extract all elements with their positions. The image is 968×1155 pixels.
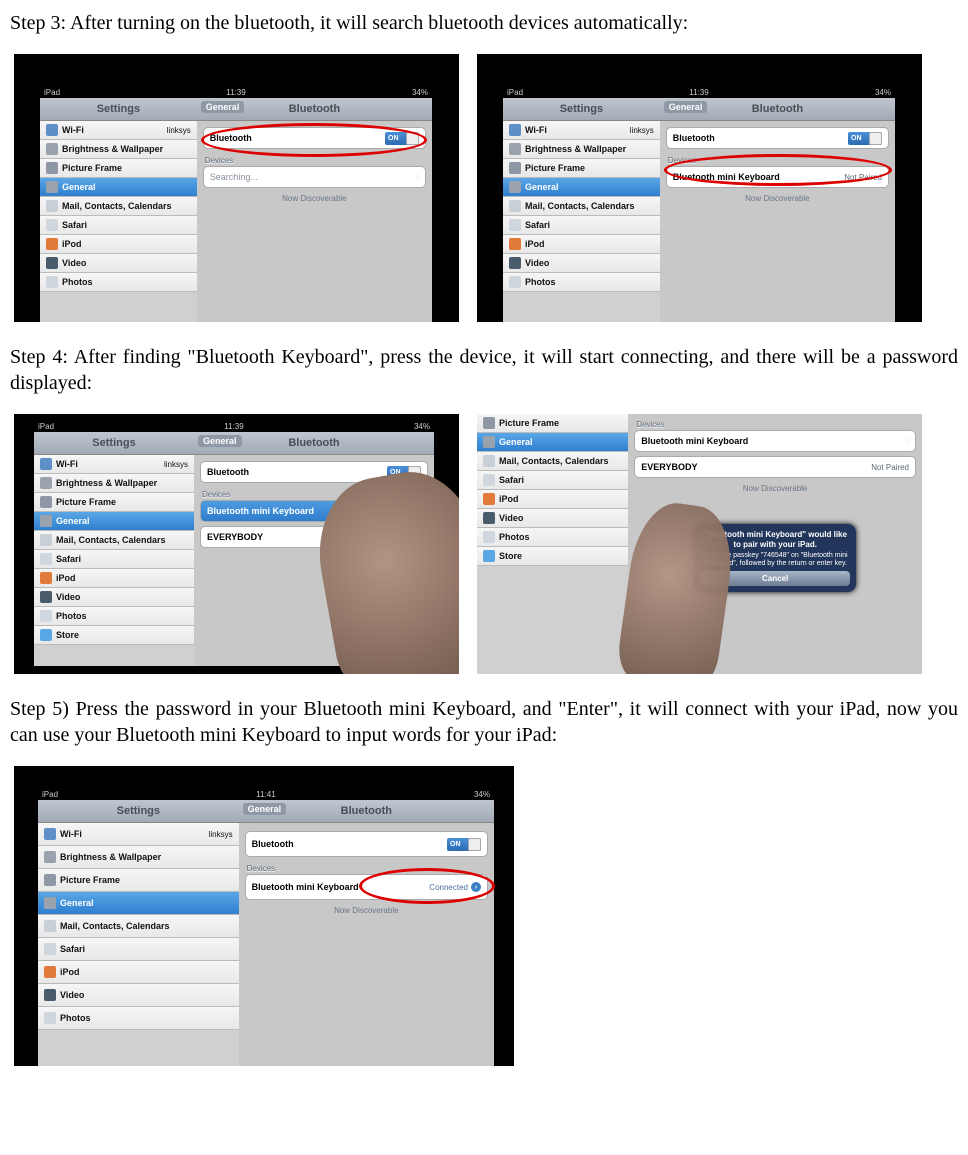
step5-text: Step 5) Press the password in your Bluet… [10, 696, 958, 748]
picture-icon [44, 874, 56, 886]
bluetooth-toggle-row[interactable]: BluetoothON [666, 127, 889, 149]
status-time: 11:39 [226, 88, 245, 97]
settings-sidebar: Settings Wi-Filinksys Brightness & Wallp… [40, 98, 197, 322]
store-icon [40, 629, 52, 641]
step5-images: iPad 11:41 34% Settings Wi-Filinksys Bri… [14, 766, 958, 1066]
device-row-connected[interactable]: Bluetooth mini Keyboard Connected › [245, 874, 488, 900]
safari-icon [40, 553, 52, 565]
photos-icon [46, 276, 58, 288]
mail-icon [46, 200, 58, 212]
device-row[interactable]: Bluetooth mini Keyboard◌ [634, 430, 916, 452]
ipod-icon [483, 493, 495, 505]
screenshot-5: iPad 11:41 34% Settings Wi-Filinksys Bri… [14, 766, 514, 1066]
toggle-on[interactable]: ON [385, 132, 419, 145]
sidebar-item-general[interactable]: General [40, 178, 197, 197]
picture-icon [509, 162, 521, 174]
safari-icon [509, 219, 521, 231]
step3-images: iPad 11:39 34% Settings Wi-Filinksys Bri… [14, 54, 958, 322]
mail-icon [40, 534, 52, 546]
video-icon [509, 257, 521, 269]
brightness-icon [509, 143, 521, 155]
ipod-icon [509, 238, 521, 250]
sidebar-item-mail[interactable]: Mail, Contacts, Calendars [40, 197, 197, 216]
mail-icon [44, 920, 56, 932]
back-button[interactable]: General [201, 101, 245, 113]
sidebar-item-picture[interactable]: Picture Frame [40, 159, 197, 178]
spinner-icon: ◌ [277, 864, 282, 873]
photos-icon [40, 610, 52, 622]
screenshot-4b: Picture Frame General Mail, Contacts, Ca… [477, 414, 922, 674]
searching-row: Searching...◌ [203, 166, 426, 188]
sidebar-item-ipod[interactable]: iPod [40, 235, 197, 254]
picture-icon [483, 417, 495, 429]
status-battery: 34% [412, 88, 428, 97]
panel-header: GeneralBluetooth [197, 98, 432, 121]
bluetooth-panel: GeneralBluetooth BluetoothON Devices Sea… [197, 98, 432, 322]
brightness-icon [46, 143, 58, 155]
status-left: iPad [44, 88, 60, 97]
safari-icon [46, 219, 58, 231]
video-icon [44, 989, 56, 1001]
safari-icon [44, 943, 56, 955]
sidebar-item-photos[interactable]: Photos [40, 273, 197, 292]
ipod-icon [40, 572, 52, 584]
bluetooth-panel: GeneralBluetooth BluetoothON Devices Blu… [660, 98, 895, 322]
video-icon [483, 512, 495, 524]
disclosure-icon[interactable]: › [471, 882, 481, 892]
wifi-icon [46, 124, 58, 136]
sidebar-header: Settings [40, 98, 197, 121]
general-icon [509, 181, 521, 193]
wifi-icon [509, 124, 521, 136]
mail-icon [509, 200, 521, 212]
status-bar: iPad 11:39 34% [40, 86, 432, 98]
photos-icon [509, 276, 521, 288]
sidebar-item-brightness[interactable]: Brightness & Wallpaper [40, 140, 197, 159]
status-bar: iPad 11:39 34% [503, 86, 895, 98]
device-row-everybody[interactable]: EVERYBODYNot Paired [634, 456, 916, 478]
photos-icon [44, 1012, 56, 1024]
ipod-icon [46, 238, 58, 250]
photos-icon [483, 531, 495, 543]
spinner-icon: ◌ [415, 174, 419, 181]
ipod-icon [44, 966, 56, 978]
video-icon [40, 591, 52, 603]
settings-sidebar: Settings Wi-Filinksys Brightness & Wallp… [503, 98, 660, 322]
step4-text: Step 4: After finding "Bluetooth Keyboar… [10, 344, 958, 396]
devices-label: Devices [197, 153, 432, 166]
brightness-icon [44, 851, 56, 863]
sidebar-item-safari[interactable]: Safari [40, 216, 197, 235]
picture-icon [40, 496, 52, 508]
general-icon [483, 436, 495, 448]
brightness-icon [40, 477, 52, 489]
safari-icon [483, 474, 495, 486]
general-icon [40, 515, 52, 527]
bluetooth-toggle-row[interactable]: BluetoothON [203, 127, 426, 149]
screenshot-3a: iPad 11:39 34% Settings Wi-Filinksys Bri… [14, 54, 459, 322]
picture-icon [46, 162, 58, 174]
mail-icon [483, 455, 495, 467]
discoverable-text: Now Discoverable [197, 192, 432, 205]
device-row[interactable]: Bluetooth mini KeyboardNot Paired [666, 166, 889, 188]
general-icon [46, 181, 58, 193]
sidebar-item-video[interactable]: Video [40, 254, 197, 273]
spinner-icon: ◌ [905, 438, 909, 445]
sidebar-item-wifi[interactable]: Wi-Filinksys [40, 121, 197, 140]
step3-text: Step 3: After turning on the bluetooth, … [10, 10, 958, 36]
video-icon [46, 257, 58, 269]
wifi-icon [44, 828, 56, 840]
screenshot-4a: iPad 11:39 34% Settings Wi-Filinksys Bri… [14, 414, 459, 674]
general-icon [44, 897, 56, 909]
step4-images: iPad 11:39 34% Settings Wi-Filinksys Bri… [14, 414, 958, 674]
screenshot-3b: iPad 11:39 34% Settings Wi-Filinksys Bri… [477, 54, 922, 322]
store-icon [483, 550, 495, 562]
wifi-icon [40, 458, 52, 470]
